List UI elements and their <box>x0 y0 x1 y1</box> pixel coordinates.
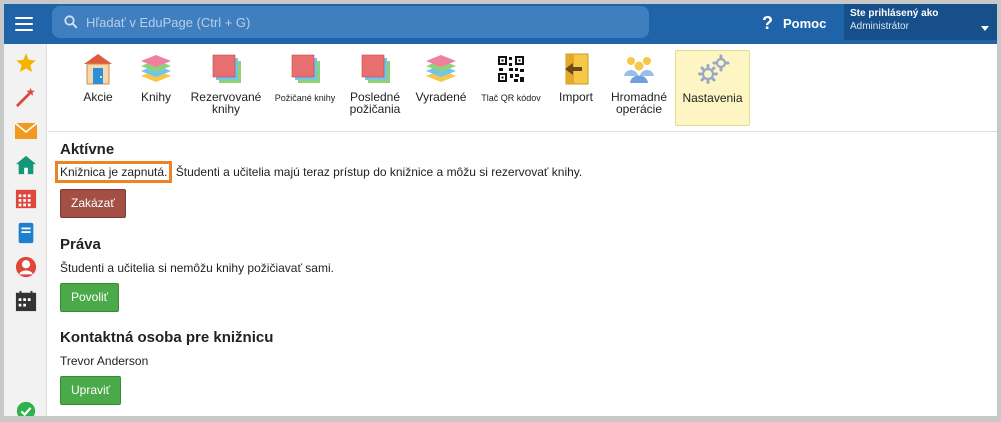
active-status-line: Knižnica je zapnutá. Študenti a učitelia… <box>55 161 583 183</box>
stacked-papers-icon <box>361 54 390 83</box>
sidebar-item-status[interactable] <box>4 394 47 416</box>
sidebar-item-profile[interactable] <box>4 250 47 284</box>
sidebar-item-home[interactable] <box>4 148 47 182</box>
app-frame: ? Pomoc Ste prihlásený ako Administrátor <box>4 4 997 416</box>
calendar-icon <box>15 189 36 209</box>
home-icon <box>15 155 36 175</box>
toolbar-label: Nastavenia <box>682 91 743 105</box>
section-active: Aktívne <box>60 141 114 158</box>
import-icon <box>565 53 589 85</box>
toolbar-import[interactable]: Import <box>552 50 600 126</box>
library-toolbar: Akcie Knihy Rezervované knihy Požičané k… <box>48 44 997 132</box>
rights-description: Študenti a učitelia si nemôžu knihy poži… <box>60 261 334 275</box>
disable-button[interactable]: Zakázať <box>60 189 126 218</box>
section-title-active: Aktívne <box>60 141 115 158</box>
section-rights: Práva <box>60 236 101 253</box>
toolbar-label: Tlač QR kódov <box>481 93 541 103</box>
check-circle-icon <box>16 401 35 416</box>
toolbar-nastavenia[interactable]: Nastavenia <box>675 50 750 126</box>
toolbar-akcie[interactable]: Akcie <box>75 50 121 126</box>
active-description: Študenti a učitelia majú teraz prístup d… <box>175 165 583 179</box>
search-input[interactable] <box>86 14 606 30</box>
library-enabled-highlight: Knižnica je zapnutá. <box>55 161 173 183</box>
toolbar-label: Rezervované knihy <box>190 90 262 116</box>
sidebar-item-magic[interactable] <box>4 80 47 114</box>
toolbar-label: Akcie <box>83 90 113 104</box>
search-box[interactable] <box>52 6 649 38</box>
sidebar-item-library[interactable] <box>4 216 47 250</box>
toolbar-label: Vyradené <box>415 90 467 104</box>
section-title-rights: Práva <box>60 236 101 253</box>
toolbar-label: Požičané knihy <box>274 93 336 103</box>
people-group-icon <box>624 57 654 83</box>
help-label: Pomoc <box>783 15 827 31</box>
door-icon <box>84 54 112 85</box>
toolbar-label: Knihy <box>140 90 172 104</box>
books-icon <box>426 55 456 82</box>
gears-icon <box>697 54 729 84</box>
section-contact: Kontaktná osoba pre knižnicu <box>60 329 273 346</box>
sidebar-item-favorites[interactable] <box>4 46 47 80</box>
notebook-icon <box>18 222 33 244</box>
stacked-papers-icon <box>291 54 320 83</box>
toolbar-knihy[interactable]: Knihy <box>134 50 178 126</box>
help-button[interactable]: ? Pomoc <box>762 11 826 35</box>
toolbar-label: Posledné požičania <box>349 90 401 116</box>
contact-name: Trevor Anderson <box>60 354 149 368</box>
books-icon <box>141 55 171 82</box>
edit-button[interactable]: Upraviť <box>60 376 122 405</box>
section-title-contact: Kontaktná osoba pre knižnicu <box>60 329 274 346</box>
menu-icon[interactable] <box>4 4 44 44</box>
sidebar-item-schedule[interactable] <box>4 284 47 318</box>
user-menu[interactable]: Ste prihlásený ako Administrátor <box>844 4 997 40</box>
star-icon <box>15 53 36 72</box>
stacked-papers-icon <box>212 54 241 83</box>
toolbar-vyradene[interactable]: Vyradené <box>412 50 470 126</box>
sidebar-item-messages[interactable] <box>4 114 47 148</box>
toolbar-hromadne-operacie[interactable]: Hromadné operácie <box>606 50 672 126</box>
mail-icon <box>13 122 38 139</box>
toolbar-pozicane-knihy[interactable]: Požičané knihy <box>272 50 338 126</box>
sidebar-item-timetable[interactable] <box>4 182 47 216</box>
question-icon: ? <box>762 12 773 33</box>
allow-button[interactable]: Povoliť <box>60 283 120 312</box>
toolbar-tlac-qr-kodov[interactable]: Tlač QR kódov <box>476 50 546 126</box>
toolbar-rezervovane-knihy[interactable]: Rezervované knihy <box>186 50 266 126</box>
schedule-icon <box>15 290 36 312</box>
top-bar: ? Pomoc Ste prihlásený ako Administrátor <box>4 4 997 44</box>
toolbar-label: Import <box>558 90 593 104</box>
toolbar-label: Hromadné operácie <box>610 90 668 116</box>
sidebar <box>4 44 47 416</box>
user-status-label: Ste prihlásený ako <box>850 8 939 19</box>
magic-wand-icon <box>15 87 35 107</box>
caret-down-icon <box>981 26 989 31</box>
toolbar-posledne-pozicania[interactable]: Posledné požičania <box>344 50 406 126</box>
search-icon <box>64 15 78 29</box>
qr-code-icon <box>498 56 524 82</box>
user-role: Administrátor <box>850 21 909 32</box>
user-icon <box>15 256 36 278</box>
